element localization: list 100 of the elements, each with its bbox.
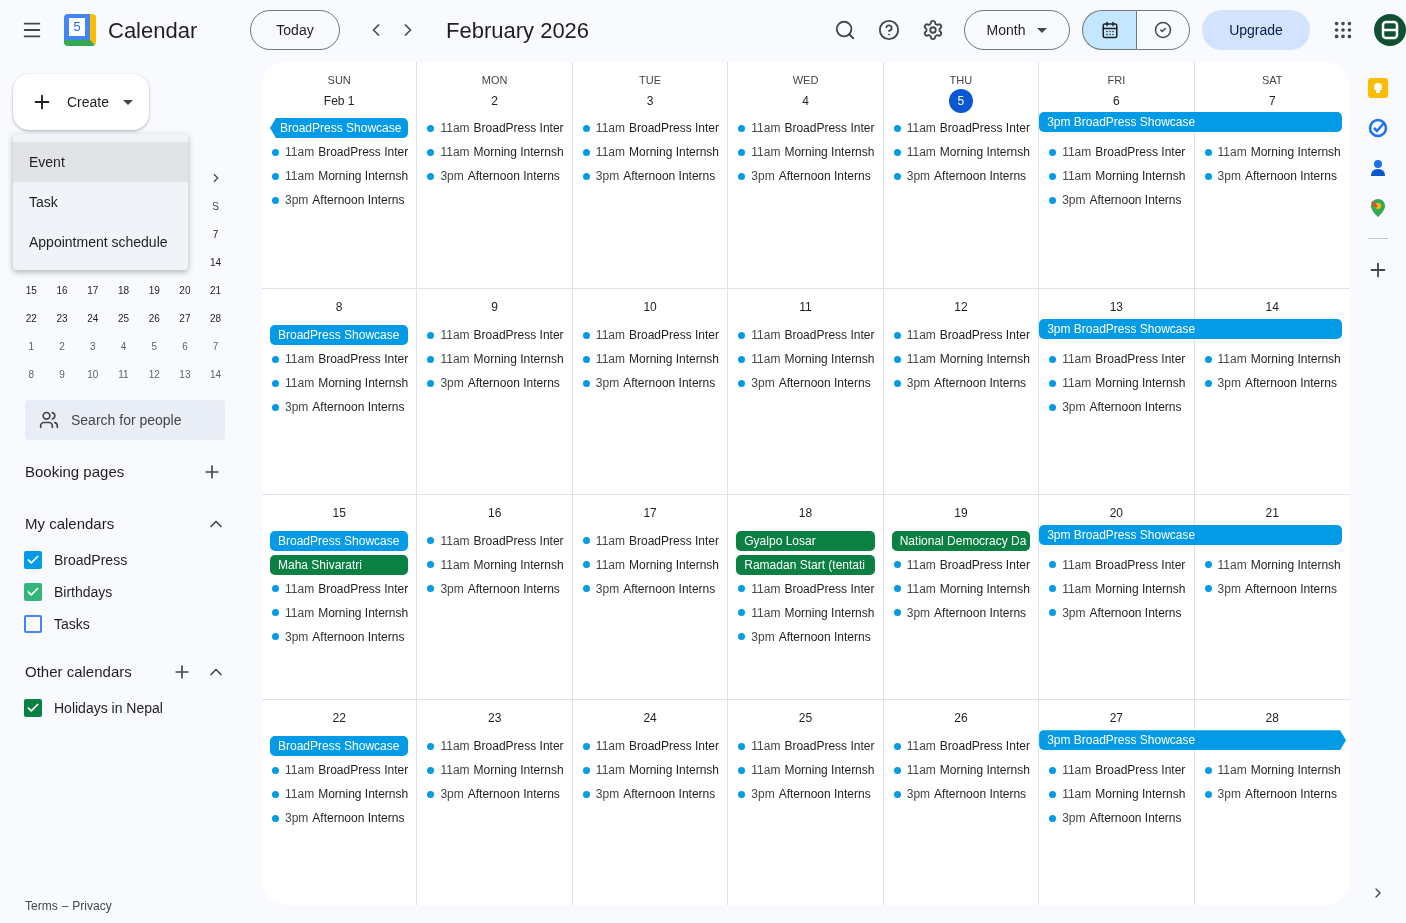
timed-event[interactable]: 11am Morning Internsh: [736, 349, 875, 369]
calendar-checkbox[interactable]: [24, 699, 42, 717]
account-avatar-icon[interactable]: [1374, 14, 1406, 46]
timed-event[interactable]: 11am Morning Internsh: [425, 554, 564, 575]
timed-event[interactable]: 11am Morning Internsh: [580, 554, 720, 575]
day-number[interactable]: 14: [1265, 295, 1279, 319]
day-number[interactable]: 20: [1109, 500, 1124, 525]
mini-calendar-day[interactable]: 13: [169, 366, 201, 382]
task-check-icon[interactable]: [1368, 118, 1388, 138]
calendar-checkbox[interactable]: [24, 615, 42, 633]
day-number[interactable]: 2: [491, 89, 498, 113]
timed-event[interactable]: 3pm Afternoon Interns: [270, 808, 409, 829]
day-number[interactable]: 27: [1109, 706, 1124, 731]
mini-calendar-day[interactable]: 14: [200, 254, 231, 270]
mini-calendar-day[interactable]: 5: [138, 338, 170, 354]
day-number[interactable]: 25: [798, 706, 813, 731]
menu-item[interactable]: Task: [13, 182, 188, 222]
timed-event[interactable]: 3pm Afternoon Interns: [891, 373, 1031, 393]
all-day-event[interactable]: Gyalpo Losar: [736, 530, 875, 551]
timed-event[interactable]: 3pm Afternoon Interns: [1202, 578, 1342, 599]
calendar-checkbox[interactable]: [24, 551, 42, 569]
timed-event[interactable]: 11am Morning Internsh: [736, 602, 875, 623]
timed-event[interactable]: 3pm Afternoon Interns: [425, 784, 564, 805]
timed-event[interactable]: 3pm Afternoon Interns: [1047, 602, 1186, 623]
person-icon[interactable]: [1368, 158, 1388, 178]
day-number[interactable]: 3: [646, 89, 654, 113]
mini-calendar-day[interactable]: 21: [200, 282, 231, 298]
timed-event[interactable]: 11am BroadPress Inter: [580, 118, 720, 138]
timed-event[interactable]: 3pm Afternoon Interns: [1202, 166, 1342, 186]
mini-calendar-day[interactable]: 28: [200, 310, 231, 326]
mini-calendar-day[interactable]: 20: [169, 282, 201, 298]
timed-event[interactable]: 3pm Afternoon Interns: [891, 166, 1031, 186]
timed-event[interactable]: 3pm Afternoon Interns: [270, 626, 409, 647]
mini-calendar-day[interactable]: 25: [108, 310, 139, 326]
day-number[interactable]: 12: [954, 295, 968, 319]
day-number[interactable]: 4: [802, 89, 809, 113]
mini-calendar-day[interactable]: 18: [108, 282, 139, 298]
timed-event[interactable]: 11am BroadPress Inter: [736, 578, 875, 599]
day-number[interactable]: 22: [332, 706, 346, 731]
timed-event[interactable]: 3pm Afternoon Interns: [580, 373, 720, 393]
all-day-event[interactable]: Maha Shivaratri: [270, 554, 409, 575]
timed-event[interactable]: 11am Morning Internsh: [270, 373, 409, 393]
timed-event[interactable]: 11am Morning Internsh: [891, 349, 1031, 369]
timed-event[interactable]: 3pm Afternoon Interns: [425, 166, 564, 186]
terms-link[interactable]: Terms: [25, 897, 58, 915]
search-icon[interactable]: [834, 19, 856, 41]
timed-event[interactable]: 11am BroadPress Inter: [270, 760, 409, 781]
timed-event[interactable]: 11am BroadPress Inter: [1047, 554, 1186, 575]
timed-event[interactable]: 3pm Afternoon Interns: [270, 190, 409, 210]
day-number[interactable]: 8: [335, 295, 343, 319]
mini-calendar-day[interactable]: 2: [46, 338, 78, 354]
day-number[interactable]: 26: [954, 706, 968, 731]
timed-event[interactable]: 3pm Afternoon Interns: [1047, 190, 1186, 210]
mini-calendar-day[interactable]: 23: [46, 310, 78, 326]
timed-event[interactable]: 11am BroadPress Inter: [1047, 760, 1186, 781]
timed-event[interactable]: 11am BroadPress Inter: [580, 530, 720, 551]
timed-event[interactable]: 11am BroadPress Inter: [1047, 142, 1186, 162]
day-number[interactable]: 10: [643, 295, 657, 319]
timed-event[interactable]: 11am BroadPress Inter: [891, 736, 1031, 757]
timed-event[interactable]: 11am Morning Internsh: [425, 349, 564, 369]
timed-event[interactable]: 11am BroadPress Inter: [425, 118, 564, 138]
timed-event[interactable]: 3pm Afternoon Interns: [425, 578, 564, 599]
timed-event[interactable]: 11am BroadPress Inter: [270, 578, 409, 599]
mini-calendar-day[interactable]: 11: [108, 366, 139, 382]
timed-event[interactable]: 3pm Afternoon Interns: [736, 373, 875, 393]
timed-event[interactable]: 11am BroadPress Inter: [425, 736, 564, 757]
all-day-event[interactable]: Ramadan Start (tentati: [736, 554, 875, 575]
timed-event[interactable]: 11am Morning Internsh: [270, 602, 409, 623]
mini-calendar-day[interactable]: 3: [77, 338, 109, 354]
timed-event[interactable]: 3pm Afternoon Interns: [891, 602, 1031, 623]
timed-event[interactable]: 11am Morning Internsh: [1202, 760, 1342, 781]
day-number[interactable]: 28: [1265, 706, 1279, 731]
privacy-link[interactable]: Privacy: [72, 897, 112, 915]
mini-calendar-day[interactable]: 27: [169, 310, 201, 326]
timed-event[interactable]: 11am Morning Internsh: [580, 349, 720, 369]
timed-event[interactable]: 3pm Afternoon Interns: [736, 784, 875, 805]
day-number[interactable]: 21: [1265, 500, 1279, 525]
search-input[interactable]: Search for people: [71, 409, 221, 431]
create-button[interactable]: Create: [13, 74, 149, 130]
timed-event[interactable]: 11am Morning Internsh: [425, 760, 564, 781]
day-number[interactable]: 6: [1113, 89, 1120, 113]
mini-calendar-day[interactable]: 8: [16, 366, 47, 382]
timed-event[interactable]: 3pm Afternoon Interns: [1202, 784, 1342, 805]
timed-event[interactable]: 11am BroadPress Inter: [891, 118, 1031, 138]
help-icon[interactable]: [878, 19, 900, 41]
day-number[interactable]: 11: [799, 295, 812, 319]
timed-event[interactable]: 11am Morning Internsh: [1202, 142, 1342, 162]
timed-event[interactable]: 11am BroadPress Inter: [736, 736, 875, 757]
timed-event[interactable]: 3pm Afternoon Interns: [425, 373, 564, 393]
timed-event[interactable]: 11am Morning Internsh: [1202, 349, 1342, 369]
timed-event[interactable]: 11am Morning Internsh: [580, 142, 720, 162]
apps-icon[interactable]: [1332, 19, 1354, 41]
all-day-event[interactable]: National Democracy Da: [891, 530, 1031, 551]
map-pin-icon[interactable]: [1368, 198, 1388, 218]
timed-event[interactable]: 11am BroadPress Inter: [891, 325, 1031, 345]
calendar-checkbox[interactable]: [24, 583, 42, 601]
timed-event[interactable]: 11am BroadPress Inter: [580, 325, 720, 345]
mini-calendar-day[interactable]: 12: [138, 366, 170, 382]
timed-event[interactable]: 3pm Afternoon Interns: [736, 166, 875, 186]
mini-calendar-day[interactable]: 26: [138, 310, 170, 326]
